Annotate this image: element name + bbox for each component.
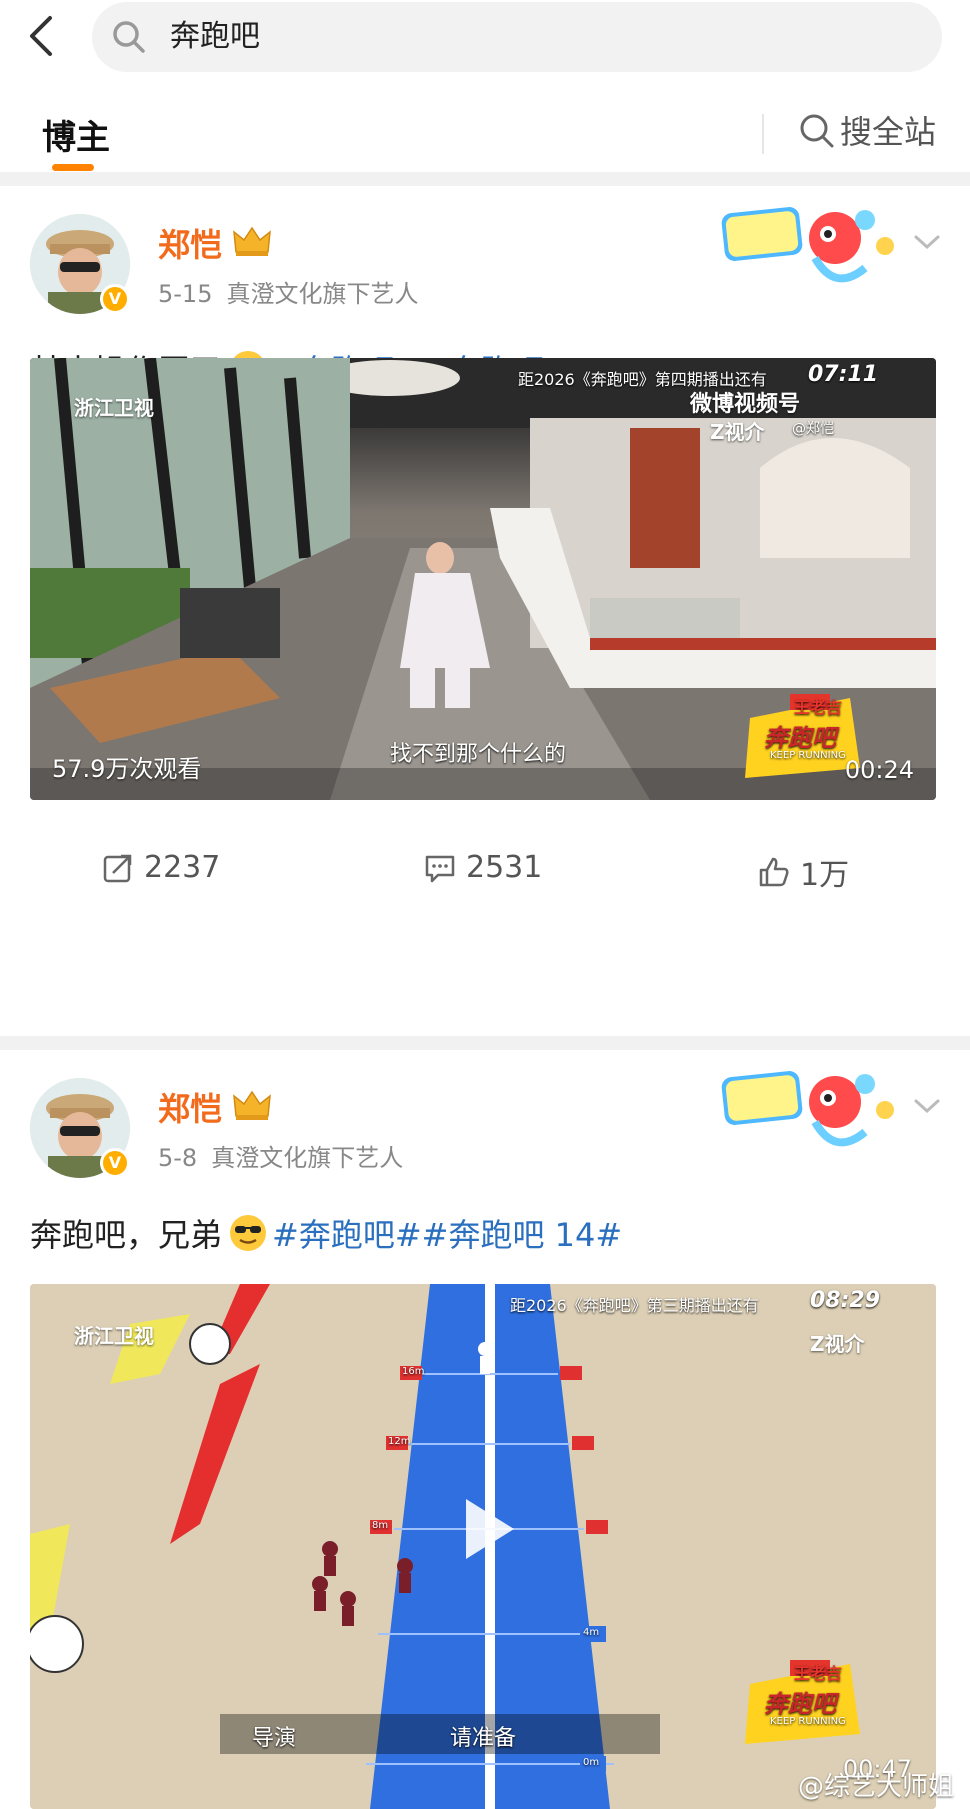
track-mark: 0m [583, 1757, 600, 1768]
post-actions: 2237 2531 1万 [0, 842, 970, 902]
filter-tabs: 博主 搜全站 [0, 88, 970, 172]
show-logo-top: 王老吉 [794, 698, 843, 717]
crown-icon [232, 224, 272, 258]
tab-bloggers[interactable]: 博主 [42, 110, 110, 159]
verified-badge-icon: V [100, 284, 130, 314]
crown-icon [232, 1088, 272, 1122]
z-watermark: Z视介 [710, 420, 765, 444]
caption-right: 请准备 [450, 1726, 517, 1751]
video-player[interactable]: 浙江卫视 距2026《奔跑吧》第四期播出还有 07:11 微博视频号 Z视介 @… [30, 358, 936, 800]
post-source: 真澄文化旗下艺人 [211, 1144, 404, 1172]
video-player[interactable]: 浙江卫视 距2026《奔跑吧》第三期播出还有 08:29 Z视介 导演 请准备 … [30, 1284, 936, 1809]
show-logo-top: 王老吉 [794, 1664, 843, 1683]
comment-button[interactable]: 2531 [424, 850, 542, 885]
chevron-down-icon[interactable] [912, 1096, 942, 1116]
verified-badge-icon: V [100, 1148, 130, 1178]
chevron-down-icon[interactable] [912, 232, 942, 252]
channel-watermark: 微博视频号 [690, 392, 801, 417]
post-card[interactable]: V 郑恺 5-15真澄文化旗下艺人 基本操作罢了 #奔跑吧##奔跑吧 14# [0, 186, 970, 1036]
show-logo-sub: KEEP RUNNING [770, 750, 846, 761]
site-search-button[interactable]: 搜全站 [796, 108, 936, 152]
hashtag-link[interactable]: #奔跑吧##奔跑吧 14# [272, 1210, 622, 1256]
countdown-time: 08:29 [810, 1288, 881, 1313]
post-source: 真澄文化旗下艺人 [226, 280, 419, 308]
post-meta: 5-8 真澄文化旗下艺人 [158, 1138, 403, 1173]
search-query: 奔跑吧 [170, 19, 260, 54]
section-divider [0, 172, 970, 186]
track-mark: 12m [388, 1436, 411, 1447]
countdown-text: 距2026《奔跑吧》第三期播出还有 [510, 1296, 759, 1315]
holiday-sticker-icon [715, 198, 915, 298]
show-logo-main: 奔跑吧 [764, 1690, 836, 1718]
thumbs-up-icon [759, 857, 789, 887]
view-count: 57.9万次观看 [52, 755, 202, 783]
z-watermark: Z视介 [810, 1332, 865, 1356]
holiday-sticker-icon [715, 1062, 915, 1162]
account-watermark: @郑恺 [792, 421, 834, 437]
tv-logo-watermark: 浙江卫视 [74, 1324, 154, 1348]
like-count: 1万 [800, 858, 850, 893]
section-divider [0, 1036, 970, 1050]
repost-count: 2237 [144, 850, 221, 885]
like-button[interactable]: 1万 [758, 850, 849, 894]
author-name[interactable]: 郑恺 [158, 220, 222, 266]
post-text: 奔跑吧，兄弟 #奔跑吧##奔跑吧 14# [30, 1210, 622, 1256]
top-bar: 奔跑吧 [0, 0, 970, 80]
search-icon [800, 114, 834, 148]
caption-left: 导演 [252, 1726, 297, 1751]
back-arrow-icon[interactable] [22, 12, 62, 60]
show-logo-sub: KEEP RUNNING [770, 1716, 846, 1727]
show-logo-main: 奔跑吧 [764, 724, 836, 752]
tab-divider [762, 114, 764, 154]
track-mark: 8m [372, 1520, 389, 1531]
track-mark: 16m [402, 1366, 425, 1377]
post-card[interactable]: V 郑恺 5-8 真澄文化旗下艺人 奔跑吧，兄弟 #奔跑吧##奔跑吧 14# 浙… [0, 1050, 970, 1809]
track-mark: 4m [583, 1627, 600, 1638]
comment-count: 2531 [466, 850, 543, 885]
post-date: 5-8 [158, 1144, 198, 1172]
site-search-label: 搜全站 [840, 113, 937, 151]
comment-icon [425, 855, 455, 882]
post-body: 奔跑吧，兄弟 [30, 1216, 223, 1254]
post-meta: 5-15 真澄文化旗下艺人 [158, 274, 418, 309]
video-duration: 00:24 [844, 756, 914, 784]
video-subtitle: 找不到那个什么的 [390, 742, 567, 767]
sunglasses-emoji-icon [230, 1215, 267, 1251]
active-tab-indicator [52, 164, 94, 171]
tv-logo-watermark: 浙江卫视 [74, 396, 154, 420]
search-input[interactable]: 奔跑吧 [92, 2, 942, 72]
repost-button[interactable]: 2237 [102, 850, 220, 885]
search-icon [110, 18, 148, 56]
post-date: 5-15 [158, 280, 213, 308]
repost-icon [103, 854, 132, 882]
author-name[interactable]: 郑恺 [158, 1084, 222, 1130]
footer-watermark: @综艺大师姐 [797, 1772, 954, 1802]
countdown-time: 07:11 [808, 362, 879, 387]
